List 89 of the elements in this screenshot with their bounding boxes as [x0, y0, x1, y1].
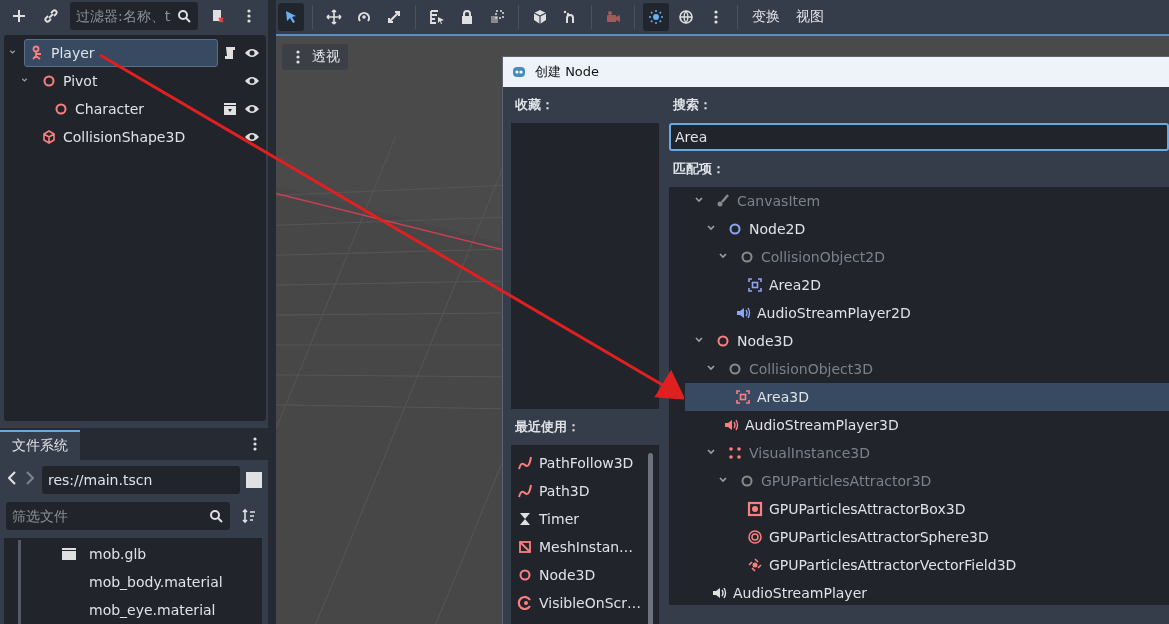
tree-item[interactable]: AudioStreamPlayer2D — [685, 299, 1169, 327]
node-name: CollisionShape3D — [63, 128, 186, 145]
scene-tree-item[interactable]: Pivot — [36, 66, 240, 95]
tree-item[interactable]: CollisionObject2D — [685, 243, 1169, 271]
section-label: 收藏： — [514, 96, 555, 114]
file-name: mob.glb — [89, 546, 147, 562]
visibility-notifier-icon — [517, 595, 533, 611]
add-icon — [11, 8, 27, 25]
curve-icon — [517, 455, 533, 471]
recent-item[interactable]: MeshInstan… — [517, 533, 659, 561]
scene-tree-item[interactable]: Character — [48, 94, 218, 123]
search-field[interactable]: Area — [669, 123, 1169, 151]
scene-tree-item[interactable]: CollisionShape3D — [36, 122, 240, 151]
tree-item[interactable]: AudioStreamPlayer — [685, 579, 1169, 607]
tree-item[interactable]: AudioStreamPlayer3D — [685, 411, 1169, 439]
dialog-title: 创建 Node — [535, 63, 600, 81]
globe-icon — [678, 9, 694, 25]
tree-item[interactable]: GPUParticlesAttractorSphere3D — [685, 523, 1169, 551]
chevron-left-icon — [8, 471, 16, 485]
scale-icon — [386, 9, 402, 25]
node-type-name: CollisionObject3D — [749, 361, 873, 377]
node-type-name: GPUParticlesAttractorBox3D — [769, 501, 966, 517]
chevron-right-icon — [26, 471, 34, 485]
node-type-name: Area3D — [757, 389, 809, 405]
move-icon — [326, 9, 342, 25]
pointer-tool-button[interactable] — [278, 3, 304, 31]
robot-icon — [511, 64, 527, 80]
dock-tab[interactable]: 文件系统 — [0, 430, 80, 460]
node-type-name: AudioStreamPlayer2D — [757, 305, 911, 321]
mesh-square-icon — [517, 539, 533, 555]
lock-icon — [459, 9, 475, 25]
menu-button[interactable]: 视图 — [790, 8, 830, 26]
recent-item[interactable]: VisibleOnScr… — [517, 589, 659, 617]
tree-item[interactable]: CanvasItem — [685, 187, 1169, 215]
tree-item[interactable]: GPUParticlesAttractorBox3D — [685, 495, 1169, 523]
section-label: 匹配项： — [672, 160, 726, 178]
file-name: mob_eye.material — [89, 602, 216, 618]
search-icon — [176, 8, 192, 25]
node-type-name: AudioStreamPlayer — [733, 585, 867, 601]
sun-icon — [648, 9, 664, 25]
list-pointer-icon — [429, 9, 445, 25]
tree-item[interactable]: Area3D — [685, 383, 1169, 411]
node-name: Pivot — [63, 72, 98, 89]
node-type-name: CollisionObject2D — [761, 249, 885, 265]
node-type-name: GPUParticlesAttractorSphere3D — [769, 529, 989, 545]
tree-item[interactable]: Area2D — [685, 271, 1169, 299]
circle-icon — [517, 567, 533, 583]
recent-item[interactable]: Node3D — [517, 561, 659, 589]
recent-item[interactable]: Path3D — [517, 477, 659, 505]
tree-item[interactable]: Node2D — [685, 215, 1169, 243]
node-name: Player — [51, 44, 95, 61]
file-name: mob_body.material — [89, 574, 223, 590]
cube-icon — [532, 9, 548, 25]
scene-tree-item[interactable]: Player — [24, 38, 218, 67]
filter-field[interactable]: 筛选文件 — [6, 502, 230, 530]
path-field[interactable]: res://main.tscn — [42, 466, 240, 494]
clapperboard-icon — [61, 546, 77, 562]
hourglass-icon — [517, 511, 533, 527]
node-type-name: CanvasItem — [737, 193, 821, 209]
node-type-name: Area2D — [769, 277, 821, 293]
node-type-name: GPUParticlesAttractor3D — [761, 473, 932, 489]
scrollbar[interactable] — [648, 453, 653, 624]
recent-item[interactable]: Timer — [517, 505, 659, 533]
curve-icon — [517, 483, 533, 499]
node-type-name: Node2D — [749, 221, 806, 237]
group-icon — [489, 9, 505, 25]
camera-icon — [605, 9, 621, 25]
tree-item[interactable]: Node3D — [685, 327, 1169, 355]
node-type-name: Node3D — [737, 333, 794, 349]
cube-icon — [41, 128, 57, 145]
menu-button[interactable]: 变换 — [746, 8, 786, 26]
search-icon — [208, 508, 224, 524]
tree-item[interactable]: CollisionObject3D — [685, 355, 1169, 383]
filter-field[interactable]: 过滤器:名称、t: — [70, 2, 198, 31]
link-icon — [43, 8, 59, 25]
node-type-name: GPUParticlesAttractorVectorField3D — [769, 557, 1017, 573]
recent-item[interactable]: PathFollow3D — [517, 449, 659, 477]
section-label: 搜索： — [672, 96, 713, 114]
section-label: 最近使用： — [514, 418, 581, 436]
node-name: Character — [75, 100, 145, 117]
sort-icon — [241, 508, 257, 524]
sun-tool-button[interactable] — [643, 3, 669, 31]
view-menu-button[interactable]: 透视 — [282, 44, 348, 70]
node-type-name: VisualInstance3D — [749, 445, 871, 461]
tree-item[interactable]: GPUParticlesAttractor3D — [685, 467, 1169, 495]
node-type-name: AudioStreamPlayer3D — [745, 417, 899, 433]
tree-item[interactable]: GPUParticlesAttractorVectorField3D — [685, 551, 1169, 579]
layout-toggle-button[interactable] — [246, 472, 262, 488]
tree-item[interactable]: VisualInstance3D — [685, 439, 1169, 467]
